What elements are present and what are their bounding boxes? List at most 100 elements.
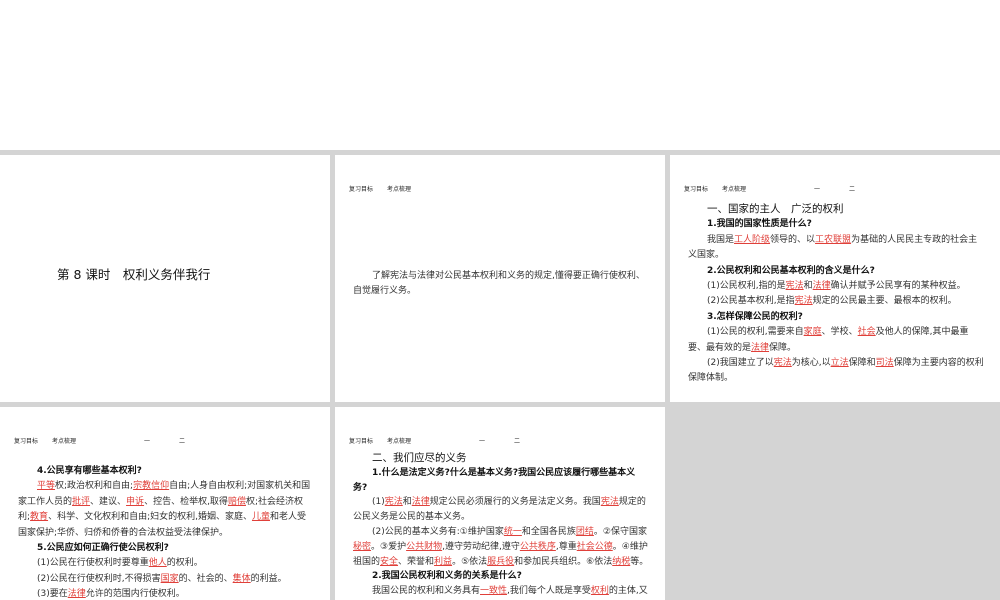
- slide-header: 复习目标 考点梳理: [349, 184, 411, 193]
- text-segment: 和全国各民族: [521, 526, 576, 537]
- key-term: 利益: [434, 556, 453, 567]
- question-heading: 4.公民享有哪些基本权利?: [18, 464, 314, 479]
- tab-review-goals: 复习目标: [684, 186, 709, 193]
- paragraph: (1)宪法和法律规定公民必须履行的义务是法定义务。我国宪法规定的公民义务是公民的…: [353, 495, 649, 525]
- slide-2-thumbnail[interactable]: 复习目标 考点梳理 了解宪法与法律对公民基本权利和义务的规定,懂得要正确行使权利、…: [335, 155, 665, 402]
- text-segment: 的权利。: [166, 558, 203, 569]
- text-segment: 3.怎样保障公民的权利?: [707, 311, 803, 322]
- paragraph: 我国是工人阶级领导的、以工农联盟为基础的人民民主专政的社会主义国家。: [688, 233, 984, 264]
- key-term: 立法: [830, 358, 849, 369]
- key-term: 宪法: [794, 296, 813, 307]
- text-segment: 和参加民兵组织。⑥依法: [514, 556, 613, 567]
- key-term: 工农联盟: [815, 234, 852, 245]
- slide-3-thumbnail[interactable]: 复习目标 考点梳理 一 二 一、国家的主人 广泛的权利 1.我国的国家性质是什么? 我国是…: [670, 155, 1000, 402]
- text-segment: (1)公民的权利,需要来自: [707, 327, 804, 338]
- text-segment: 、科学、文化权利和自由;妇女的权利,婚姻、家庭、: [48, 512, 252, 523]
- text-segment: 规定公民必须履行的义务是法定义务。我国: [429, 497, 601, 508]
- blank-area: [0, 0, 1000, 150]
- question-heading: 2.我国公民权利和义务的关系是什么?: [353, 569, 649, 584]
- text-segment: 保障和: [848, 358, 876, 369]
- key-term: 服兵役: [487, 556, 515, 567]
- question-heading: 3.怎样保障公民的权利?: [688, 310, 984, 325]
- text-segment: (1)公民在行使权利时要尊重: [37, 558, 149, 569]
- tab-key-points: 考点梳理: [722, 186, 747, 193]
- slide-header: 复习目标 考点梳理 一 二: [684, 184, 855, 193]
- text-segment: 5.公民应如何正确行使公民权利?: [37, 543, 169, 554]
- key-term: 安全: [380, 556, 399, 567]
- key-term: 法律: [812, 281, 831, 292]
- key-term: 法律: [751, 342, 770, 353]
- section-2-link[interactable]: 二: [179, 436, 185, 445]
- key-term: 社会公德: [576, 541, 613, 552]
- text-segment: 我国是: [707, 234, 735, 245]
- tab-key-points: 考点梳理: [387, 438, 412, 445]
- tab-review-goals: 复习目标: [349, 438, 374, 445]
- text-segment: 二、我们应尽的义务: [372, 452, 467, 464]
- text-segment: 了解宪法与法律对公民基本权利和义务的规定,懂得要正确行使权利、自觉履行义务。: [353, 271, 645, 297]
- text-segment: ,遵守劳动纪律,遵守: [442, 541, 520, 552]
- section-1-link[interactable]: 一: [144, 436, 150, 445]
- key-term: 家庭: [803, 327, 822, 338]
- text-segment: ,我们每个人既是享受: [507, 586, 591, 597]
- text-segment: (2)公民基本权利,是指: [707, 296, 795, 307]
- paragraph: 平等权;政治权利和自由;宗教信仰自由;人身自由权利;对国家机关和国家工作人员的批…: [18, 479, 314, 541]
- text-segment: 、建议、: [90, 496, 127, 507]
- text-segment: 领导的、以: [770, 234, 816, 245]
- slide-content: 一、国家的主人 广泛的权利 1.我国的国家性质是什么? 我国是工人阶级领导的、以工农…: [688, 202, 984, 387]
- text-segment: 4.公民享有哪些基本权利?: [37, 466, 142, 476]
- slide-header: 复习目标 考点梳理 一 二: [14, 436, 185, 445]
- text-segment: 。③爱护: [371, 541, 407, 552]
- key-term: 批评: [72, 496, 91, 507]
- text-segment: 、荣誉和: [398, 556, 435, 567]
- slide-5-thumbnail[interactable]: 复习目标 考点梳理 一 二 二、我们应尽的义务 1.什么是法定义务?什么是基本义务?我国…: [335, 407, 665, 600]
- text-segment: 的利益。: [250, 573, 287, 584]
- section-1-link[interactable]: 一: [479, 436, 485, 445]
- key-term: 公共财物: [406, 541, 443, 552]
- text-segment: 2.我国公民权利和义务的关系是什么?: [372, 571, 522, 582]
- text-segment: 的、社会的、: [178, 573, 233, 584]
- paragraph: (1)公民在行使权利时要尊重他人的权利。: [18, 556, 314, 571]
- text-segment: (1)公民权利,指的是: [707, 281, 786, 292]
- text-segment: 为核心,以: [791, 358, 831, 369]
- key-term: 宪法: [384, 497, 403, 508]
- key-term: 统一: [503, 526, 522, 537]
- paragraph: (2)公民在行使权利时,不得损害国家的、社会的、集体的利益。: [18, 572, 314, 587]
- key-term: 儿童: [251, 512, 270, 523]
- key-term: 平等: [37, 481, 56, 492]
- section-2-link[interactable]: 二: [849, 184, 855, 193]
- text-segment: (3)要在: [37, 589, 68, 600]
- key-term: 申诉: [126, 496, 145, 507]
- question-heading: 2.公民权利和公民基本权利的含义是什么?: [688, 264, 984, 279]
- text-segment: 。②保守国家: [593, 526, 647, 537]
- slide-4-thumbnail[interactable]: 复习目标 考点梳理 一 二 4.公民享有哪些基本权利? 平等权;政治权利和自由;宗教信仰…: [0, 407, 330, 600]
- key-term: 工人阶级: [734, 234, 771, 245]
- text-segment: (2)公民的基本义务有:①维护国家: [372, 526, 504, 537]
- slide-content: 4.公民享有哪些基本权利? 平等权;政治权利和自由;宗教信仰自由;人身自由权利;对…: [18, 464, 314, 600]
- paragraph: (2)公民的基本义务有:①维护国家统一和全国各民族团结。②保守国家秘密。③爱护公…: [353, 525, 649, 569]
- section-1-link[interactable]: 一: [814, 184, 820, 193]
- slide-1-thumbnail[interactable]: 第 8 课时 权利义务伴我行: [0, 155, 330, 402]
- text-segment: 和: [803, 281, 813, 292]
- slide-content: 了解宪法与法律对公民基本权利和义务的规定,懂得要正确行使权利、自觉履行义务。: [353, 269, 649, 300]
- tab-review-goals: 复习目标: [14, 438, 39, 445]
- text-segment: 。⑤依法: [452, 556, 488, 567]
- paragraph: (1)公民权利,指的是宪法和法律确认并赋予公民享有的某种权益。: [688, 279, 984, 294]
- section-2-link[interactable]: 二: [514, 436, 520, 445]
- key-term: 教育: [30, 512, 49, 523]
- paragraph: 我国公民的权利和义务具有一致性,我们每个人既是享受权利的主体,又是履行义务的主体…: [353, 584, 649, 600]
- text-segment: 权;政治权利和自由;: [55, 481, 134, 492]
- section-heading: 一、国家的主人 广泛的权利: [688, 202, 984, 217]
- text-segment: 等。: [630, 556, 649, 567]
- text-segment: 一、国家的主人 广泛的权利: [707, 203, 844, 215]
- text-segment: 、控告、检举权,取得: [144, 496, 228, 507]
- lesson-title: 第 8 课时 权利义务伴我行: [57, 267, 211, 282]
- paragraph: (3)要在法律允许的范围内行使权利。: [18, 587, 314, 600]
- paragraph: (1)公民的权利,需要来自家庭、学校、社会及他人的保障,其中最重要、最有效的是法…: [688, 325, 984, 356]
- section-heading: 二、我们应尽的义务: [353, 451, 649, 466]
- slide-header: 复习目标 考点梳理 一 二: [349, 436, 520, 445]
- slide-content: 二、我们应尽的义务 1.什么是法定义务?什么是基本义务?我国公民应该履行哪些基本义…: [353, 451, 649, 600]
- tab-key-points: 考点梳理: [52, 438, 77, 445]
- text-segment: (1): [372, 497, 385, 508]
- key-term: 法律: [411, 497, 430, 508]
- text-segment: (2)我国建立了以: [707, 358, 774, 369]
